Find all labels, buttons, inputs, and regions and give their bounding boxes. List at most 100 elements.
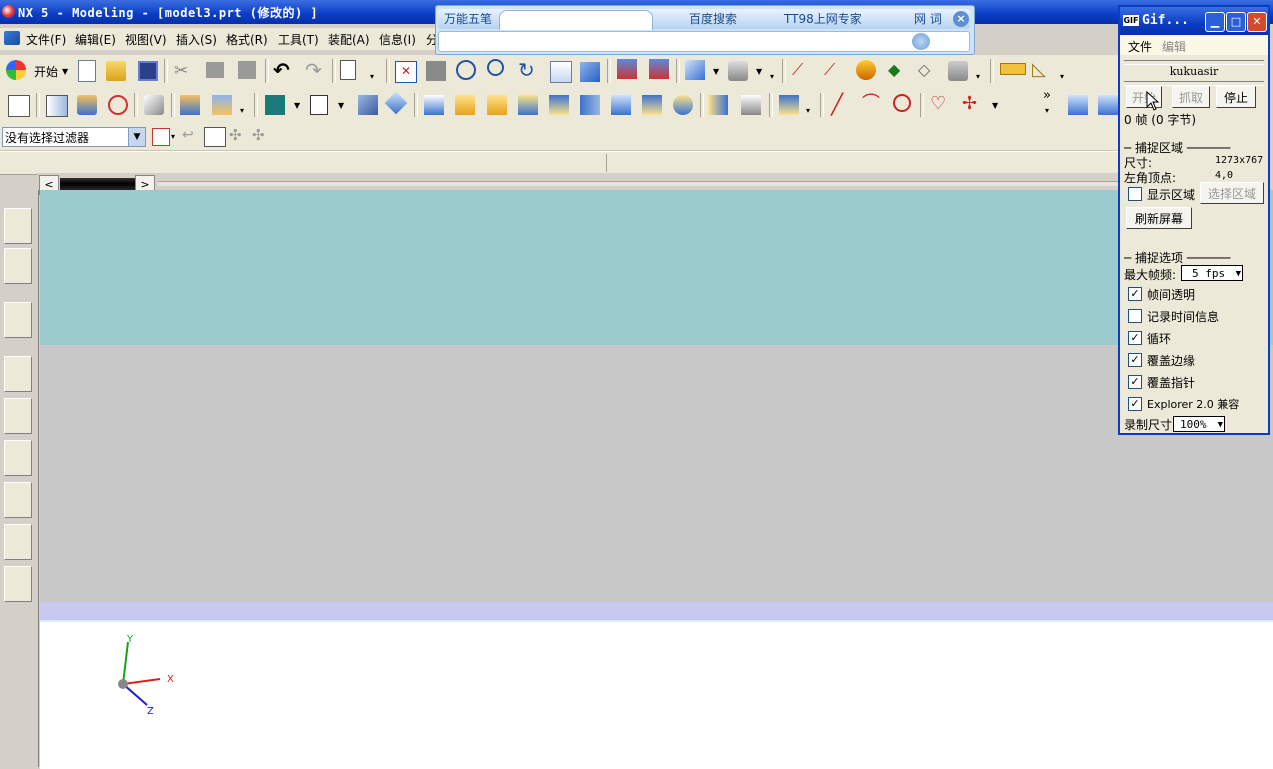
- arc-icon[interactable]: ⌒: [862, 94, 882, 114]
- select-region-button[interactable]: 选择区域: [1200, 182, 1264, 204]
- sheet-icon[interactable]: [46, 95, 68, 117]
- history-icon[interactable]: [4, 356, 32, 392]
- circle-icon[interactable]: [893, 94, 911, 112]
- part-navigator-tab-icon[interactable]: [4, 302, 32, 338]
- fit-view-icon[interactable]: ✕: [395, 61, 417, 83]
- undo-icon[interactable]: ↶: [273, 60, 293, 80]
- option-checkbox-0[interactable]: ✓: [1128, 287, 1142, 301]
- menu-edit[interactable]: 编辑(E): [75, 31, 116, 48]
- gif-stop-button[interactable]: 停止: [1216, 86, 1256, 108]
- refresh-screen-button[interactable]: 刷新屏幕: [1126, 207, 1192, 229]
- max-fps-dropdown-icon[interactable]: ▼: [1236, 266, 1241, 282]
- toolbar-overflow-icon-2[interactable]: ▾: [976, 72, 980, 81]
- new-file-icon[interactable]: [78, 60, 96, 82]
- part-navigator-icon[interactable]: [8, 95, 30, 117]
- pattern-dropdown-icon[interactable]: ▾: [806, 106, 810, 115]
- subtract-icon[interactable]: [741, 95, 761, 115]
- visualization-icon[interactable]: [4, 440, 32, 476]
- pocket-icon[interactable]: [487, 95, 507, 115]
- swept-icon[interactable]: [108, 95, 128, 115]
- record-size-select[interactable]: 100% ▼: [1173, 416, 1225, 432]
- revolve-icon[interactable]: [212, 95, 232, 115]
- cut-icon[interactable]: ✂: [174, 61, 194, 81]
- gif-grab-button[interactable]: 抓取: [1172, 86, 1210, 108]
- unite-icon[interactable]: [708, 95, 728, 115]
- redo-icon[interactable]: ↷: [305, 60, 325, 80]
- ime-name[interactable]: 万能五笔: [444, 10, 492, 27]
- option-checkbox-4[interactable]: ✓: [1128, 375, 1142, 389]
- ime-go-icon[interactable]: [912, 33, 930, 50]
- boss-icon[interactable]: [455, 95, 475, 115]
- analysis-icon[interactable]: ◆: [888, 60, 908, 80]
- constraint-navigator-icon[interactable]: [4, 248, 32, 284]
- slot-icon[interactable]: [549, 95, 569, 115]
- assembly-navigator-icon[interactable]: [4, 208, 32, 244]
- trim-icon[interactable]: [144, 95, 164, 115]
- max-fps-select[interactable]: 5 fps ▼: [1181, 265, 1243, 281]
- view-orient-icon[interactable]: [580, 62, 600, 82]
- datum-csys-icon[interactable]: ⟋: [792, 60, 812, 80]
- mesh-icon[interactable]: [1098, 95, 1118, 115]
- selection-icon[interactable]: [340, 60, 356, 80]
- toolbar-more-icon[interactable]: »: [1043, 88, 1051, 103]
- zoom-region-icon[interactable]: [456, 60, 476, 80]
- menu-insert[interactable]: 插入(S): [176, 31, 217, 48]
- roles-icon[interactable]: [4, 524, 32, 560]
- datum-dropdown-icon[interactable]: ▼: [338, 101, 344, 110]
- sketch-dropdown-icon[interactable]: ▼: [294, 101, 300, 110]
- toolbar-overflow-icon-3[interactable]: ▾: [1060, 72, 1064, 81]
- sketch-icon[interactable]: [265, 95, 285, 115]
- start-dropdown-icon[interactable]: ▼: [62, 67, 68, 76]
- show-region-checkbox[interactable]: [1128, 187, 1142, 201]
- wrench-icon[interactable]: [948, 61, 968, 81]
- menu-app-icon[interactable]: [4, 31, 20, 45]
- start-icon[interactable]: [6, 60, 26, 80]
- eraser-icon[interactable]: [204, 127, 226, 147]
- snap-point-dropdown-icon[interactable]: ▾: [171, 132, 175, 141]
- menu-file[interactable]: 文件(F): [26, 31, 66, 48]
- ime-tab[interactable]: [499, 10, 653, 30]
- move-to-layer-icon[interactable]: [649, 59, 669, 79]
- point-icon[interactable]: ⟋: [824, 60, 844, 80]
- option-checkbox-1[interactable]: [1128, 309, 1142, 323]
- spline-icon[interactable]: ♡: [930, 94, 950, 114]
- draft-icon[interactable]: [673, 95, 693, 115]
- option-checkbox-2[interactable]: ✓: [1128, 331, 1142, 345]
- reuse-library-icon[interactable]: [4, 398, 32, 434]
- ruler-icon[interactable]: [1000, 63, 1026, 75]
- surface-icon[interactable]: [1068, 95, 1088, 115]
- gif-menu-edit[interactable]: 编辑: [1162, 38, 1186, 55]
- datum-plane-icon[interactable]: [310, 95, 328, 115]
- record-size-dropdown-icon[interactable]: ▼: [1218, 417, 1223, 433]
- curve-icon[interactable]: ✢: [962, 94, 982, 114]
- toolbar-overflow-icon[interactable]: ▾: [770, 72, 774, 81]
- snap-grid-icon[interactable]: ✣: [229, 126, 242, 144]
- maximize-icon[interactable]: □: [1226, 12, 1246, 32]
- angle-icon[interactable]: ◺: [1032, 60, 1052, 80]
- orient-view-icon[interactable]: [728, 61, 748, 81]
- system-scenes-icon[interactable]: [4, 566, 32, 602]
- pan-icon[interactable]: [550, 61, 572, 83]
- copy-icon[interactable]: [206, 62, 224, 78]
- snap-icon[interactable]: [856, 60, 876, 80]
- minimize-icon[interactable]: ▁: [1205, 12, 1225, 32]
- rotate-icon[interactable]: ↻: [518, 60, 538, 80]
- menu-tools[interactable]: 工具(T): [278, 31, 319, 48]
- extrude-icon[interactable]: [180, 95, 200, 115]
- menu-format[interactable]: 格式(R): [226, 31, 268, 48]
- render-style-dropdown-icon[interactable]: ▼: [713, 67, 719, 76]
- graphics-window[interactable]: [40, 620, 1273, 769]
- pattern-icon[interactable]: [779, 95, 799, 115]
- snap-vertex-icon[interactable]: ✣: [252, 126, 265, 144]
- menu-information[interactable]: 信息(I): [379, 31, 416, 48]
- ime-word[interactable]: 网 词: [914, 10, 942, 27]
- open-folder-icon[interactable]: [106, 61, 126, 81]
- render-style-icon[interactable]: [685, 60, 705, 80]
- process-studio-icon[interactable]: [4, 482, 32, 518]
- shell-icon[interactable]: [77, 95, 97, 115]
- save-icon[interactable]: [138, 61, 158, 81]
- snap-point-icon[interactable]: [152, 128, 170, 146]
- ime-expert[interactable]: TT98上网专家: [784, 10, 862, 27]
- ime-input[interactable]: [438, 31, 970, 52]
- menu-view[interactable]: 视图(V): [125, 31, 167, 48]
